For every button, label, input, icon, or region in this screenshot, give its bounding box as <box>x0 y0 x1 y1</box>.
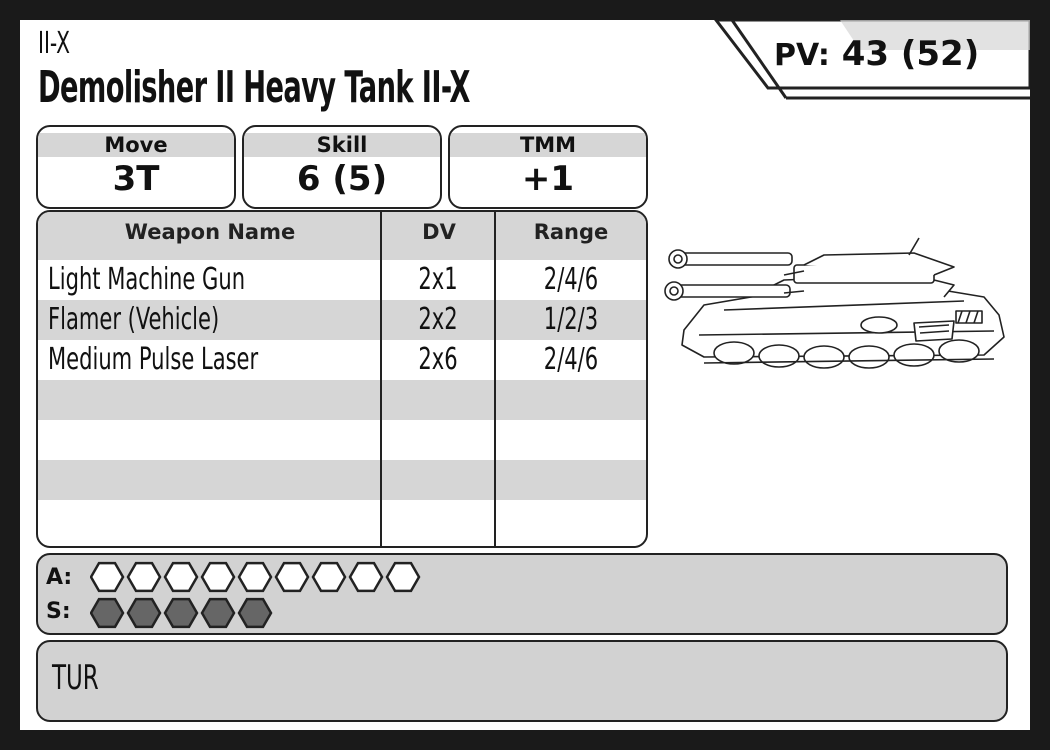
unit-name: Demolisher II Heavy Tank II-X <box>38 62 470 113</box>
structure-pip[interactable] <box>237 597 273 629</box>
weapon-dv: 2x6 <box>418 342 458 377</box>
column-divider <box>380 212 382 546</box>
structure-label: S: <box>46 599 71 624</box>
move-value: 3T <box>112 159 160 199</box>
col-dv: DV <box>422 220 456 244</box>
move-box: Move 3T <box>36 125 236 209</box>
table-row-empty <box>38 380 646 420</box>
tmm-label: TMM <box>450 133 646 157</box>
structure-pips <box>90 597 273 629</box>
armor-label: A: <box>46 565 73 590</box>
weapon-dv: 2x1 <box>418 262 458 297</box>
armor-pip[interactable] <box>274 561 310 593</box>
unit-card: II-X Demolisher II Heavy Tank II-X PV: 4… <box>20 20 1030 730</box>
special-abilities: TUR <box>52 658 99 698</box>
armor-pip[interactable] <box>200 561 236 593</box>
weapon-range: 2/4/6 <box>543 342 599 377</box>
armor-pip[interactable] <box>126 561 162 593</box>
weapons-header: Weapon Name DV Range <box>38 212 646 260</box>
skill-label: Skill <box>244 133 440 157</box>
armor-pip[interactable] <box>385 561 421 593</box>
table-row: Light Machine Gun 2x1 2/4/6 <box>38 260 646 300</box>
armor-pips <box>90 561 421 593</box>
skill-value: 6 (5) <box>296 159 388 199</box>
weapons-table: Weapon Name DV Range Light Machine Gun 2… <box>36 210 648 548</box>
damage-panel: A: S: <box>36 553 1008 635</box>
col-range: Range <box>533 220 609 244</box>
weapon-dv: 2x2 <box>418 302 458 337</box>
structure-pip[interactable] <box>126 597 162 629</box>
chassis-label: II-X <box>38 26 70 61</box>
table-row: Medium Pulse Laser 2x6 2/4/6 <box>38 340 646 380</box>
move-label: Move <box>38 133 234 157</box>
structure-pip[interactable] <box>200 597 236 629</box>
tmm-value: +1 <box>521 159 575 199</box>
point-value: PV: 43 (52) <box>774 34 979 74</box>
armor-pip[interactable] <box>237 561 273 593</box>
weapon-range: 1/2/3 <box>543 302 599 337</box>
armor-pip[interactable] <box>163 561 199 593</box>
weapon-range: 2/4/6 <box>543 262 599 297</box>
col-weapon-name: Weapon Name <box>124 220 296 244</box>
heavy-tank-icon <box>664 237 1005 369</box>
structure-pip[interactable] <box>163 597 199 629</box>
weapon-name: Flamer (Vehicle) <box>48 302 220 337</box>
table-row-empty <box>38 460 646 500</box>
armor-pip[interactable] <box>311 561 347 593</box>
armor-pip[interactable] <box>348 561 384 593</box>
table-row-empty <box>38 500 646 540</box>
tmm-box: TMM +1 <box>448 125 648 209</box>
pv-label: PV: <box>774 38 830 73</box>
special-abilities-panel: TUR <box>36 640 1008 722</box>
structure-pip[interactable] <box>90 597 125 629</box>
skill-box: Skill 6 (5) <box>242 125 442 209</box>
column-divider <box>494 212 496 546</box>
table-row-empty <box>38 420 646 460</box>
weapon-name: Light Machine Gun <box>48 262 246 297</box>
pv-value: 43 (52) <box>841 34 980 74</box>
table-row: Flamer (Vehicle) 2x2 1/2/3 <box>38 300 646 340</box>
armor-pip[interactable] <box>90 561 125 593</box>
weapon-name: Medium Pulse Laser <box>48 342 259 377</box>
